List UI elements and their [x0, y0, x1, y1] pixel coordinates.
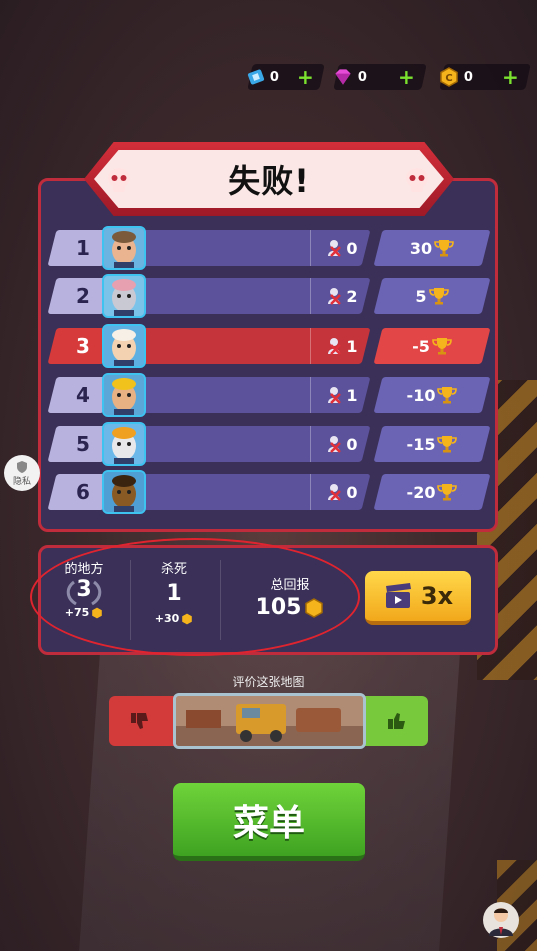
- gem-plus-button[interactable]: +: [398, 65, 415, 89]
- map-preview-image: [173, 693, 366, 749]
- rank-number: 4: [76, 383, 90, 407]
- trophy-cell: -15: [378, 426, 486, 462]
- shield-icon: [17, 460, 27, 473]
- trophy-cell: -20: [378, 474, 486, 510]
- gem-value: 0: [358, 69, 368, 85]
- gem-currency[interactable]: 0 +: [333, 64, 427, 90]
- trophy-cell: -10: [378, 377, 486, 413]
- trophy-cell: 30: [378, 230, 486, 266]
- kills-cell: 0: [310, 230, 372, 266]
- coin-currency[interactable]: C 0 +: [439, 64, 531, 90]
- thumbs-down-icon: [131, 713, 148, 729]
- leaderboard-row: 4 1 -10: [47, 373, 491, 417]
- gem-icon: [332, 66, 354, 88]
- title-plate: 失败!: [94, 150, 444, 208]
- rank-number: 6: [76, 480, 90, 504]
- kills-count: 1: [346, 336, 358, 356]
- rank-number: 1: [76, 236, 90, 260]
- kill-icon: [328, 387, 342, 404]
- trophy-count: -20: [406, 482, 436, 502]
- kills-cell: 1: [310, 328, 372, 364]
- thumbs-up-icon: [388, 713, 405, 729]
- agent-icon: [489, 908, 513, 936]
- customer-service-avatar[interactable]: [483, 902, 519, 938]
- player-avatar: [102, 422, 146, 466]
- trophy-icon: [428, 288, 449, 305]
- player-avatar: [102, 324, 146, 368]
- kills-cell: 1: [310, 377, 372, 413]
- highlight-ellipse: [30, 538, 360, 656]
- kill-icon: [328, 484, 342, 501]
- trophy-count: -15: [406, 434, 436, 454]
- rank-number: 5: [76, 432, 90, 456]
- page-title: 失败!: [228, 162, 310, 200]
- trophy-icon: [437, 436, 458, 453]
- leaderboard-row: 5 0 -15: [47, 422, 491, 466]
- kills-count: 0: [346, 434, 358, 454]
- privacy-label: 隐私: [12, 476, 31, 487]
- trophy-icon: [437, 387, 458, 404]
- kill-icon: [328, 240, 342, 257]
- leaderboard-row: 2 2 5: [47, 274, 491, 318]
- kill-icon: [328, 288, 342, 305]
- leaderboard-row: 1 0 30: [47, 226, 491, 270]
- coin-value: 0: [464, 69, 474, 85]
- player-avatar: [102, 470, 146, 514]
- coin-plus-button[interactable]: +: [502, 65, 519, 89]
- kills-count: 0: [346, 238, 358, 258]
- kill-icon: [328, 436, 342, 453]
- clapperboard-icon: [385, 583, 411, 608]
- ticket-currency[interactable]: 0 +: [247, 64, 325, 90]
- privacy-button[interactable]: 隐私: [4, 455, 40, 491]
- trophy-cell: -5: [378, 328, 486, 364]
- kills-cell: 2: [310, 278, 372, 314]
- player-avatar: [102, 373, 146, 417]
- trophy-count: 5: [415, 286, 427, 306]
- svg-text:C: C: [445, 73, 452, 84]
- kills-cell: 0: [310, 474, 372, 510]
- ticket-plus-button[interactable]: +: [297, 65, 314, 89]
- watch-video-multiplier-button[interactable]: 3x: [365, 571, 471, 625]
- rate-map-label: 评价这张地图: [232, 675, 305, 689]
- skull-icon: [406, 168, 428, 192]
- trophy-icon: [437, 484, 458, 501]
- rank-number: 2: [76, 284, 90, 308]
- kill-icon: [328, 338, 342, 355]
- trophy-icon: [434, 240, 454, 257]
- trophy-count: 30: [409, 238, 433, 258]
- multiplier-label: 3x: [420, 582, 454, 610]
- menu-button[interactable]: 菜单: [173, 783, 365, 861]
- kills-cell: 0: [310, 426, 372, 462]
- rank-number: 3: [76, 334, 90, 358]
- trophy-count: -10: [406, 385, 436, 405]
- player-avatar: [102, 274, 146, 318]
- coin-icon: C: [438, 66, 460, 88]
- skull-icon: [108, 168, 130, 192]
- player-avatar: [102, 226, 146, 270]
- leaderboard-row: 6 0 -20: [47, 470, 491, 514]
- ticket-icon: [246, 66, 266, 88]
- trophy-icon: [432, 338, 452, 355]
- trophy-count: -5: [412, 336, 430, 356]
- kills-count: 0: [346, 482, 358, 502]
- kills-count: 1: [346, 385, 358, 405]
- ticket-value: 0: [270, 69, 280, 85]
- trophy-cell: 5: [378, 278, 486, 314]
- kills-count: 2: [346, 286, 358, 306]
- leaderboard-row: 3 1 -5: [47, 324, 491, 368]
